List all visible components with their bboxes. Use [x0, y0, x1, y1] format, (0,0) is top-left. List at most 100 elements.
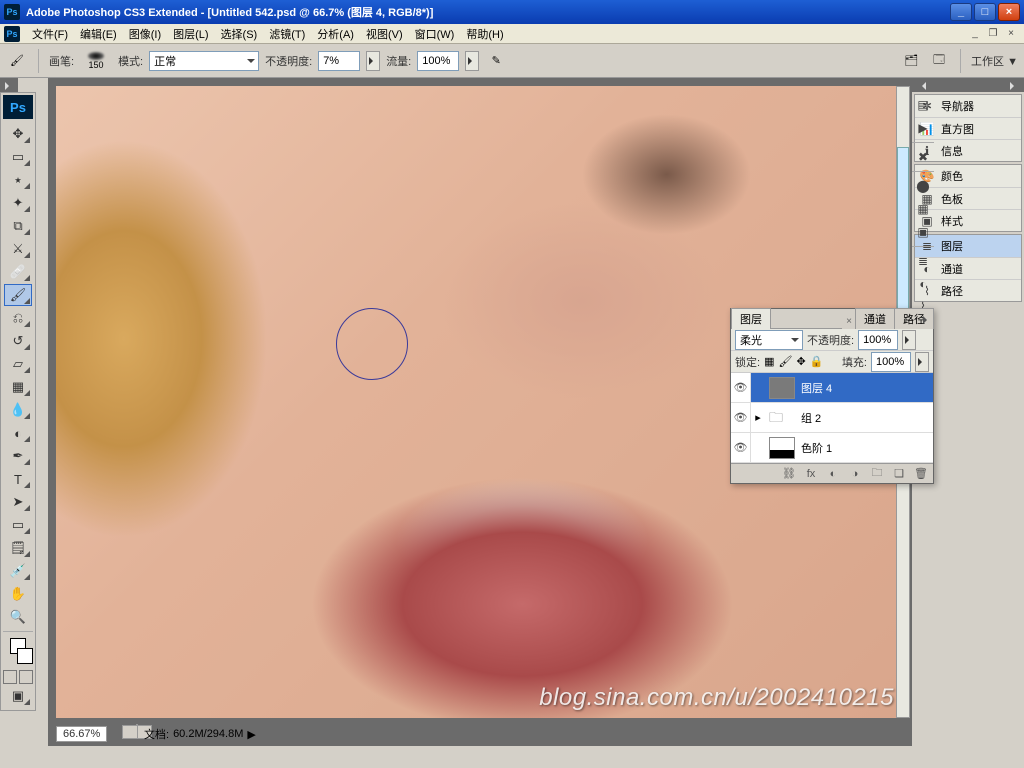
- group-expand-toggle[interactable]: ▸: [751, 411, 765, 424]
- opacity-input[interactable]: 7%: [318, 51, 360, 71]
- panel-menu-button[interactable]: [917, 311, 931, 325]
- pen-tool[interactable]: ✒: [4, 445, 32, 467]
- opacity-flyout-button[interactable]: [366, 51, 380, 71]
- menu-file[interactable]: 文件(F): [26, 24, 74, 44]
- menu-filter[interactable]: 滤镜(T): [263, 24, 311, 44]
- bridge-button[interactable]: 🗔: [928, 50, 950, 72]
- dock-icon-1[interactable]: ▤: [913, 95, 933, 115]
- layer-item-4[interactable]: 👁 图层 4: [731, 373, 933, 403]
- mode-label: 模式:: [118, 53, 143, 69]
- lock-pixels-button[interactable]: 🖌: [778, 355, 792, 368]
- layer-opacity-flyout[interactable]: [902, 330, 916, 350]
- toolbox-collapse-handle[interactable]: [0, 78, 18, 92]
- visibility-toggle[interactable]: 👁: [731, 403, 751, 432]
- layer-thumbnail[interactable]: [769, 377, 795, 399]
- layer-list: 👁 图层 4 👁 ▸ 🗀 组 2 👁 色阶 1: [731, 373, 933, 463]
- type-tool[interactable]: T: [4, 468, 32, 490]
- background-swatch[interactable]: [17, 648, 33, 664]
- flow-flyout-button[interactable]: [465, 51, 479, 71]
- fill-input[interactable]: 100%: [871, 352, 911, 372]
- fill-label: 填充:: [842, 354, 867, 370]
- brush-preset-picker[interactable]: 150: [80, 47, 112, 75]
- dock-header[interactable]: [912, 78, 1024, 92]
- marquee-tool[interactable]: ▭: [4, 146, 32, 168]
- history-brush-tool[interactable]: ↺: [4, 330, 32, 352]
- layer-style-button[interactable]: fx: [803, 467, 819, 481]
- blur-tool[interactable]: 💧: [4, 399, 32, 421]
- blend-mode-select[interactable]: 正常: [149, 51, 259, 71]
- dock-icon-4[interactable]: ⬤: [913, 176, 933, 196]
- dock-icon-7[interactable]: ≣: [913, 251, 933, 271]
- move-tool[interactable]: ✥: [4, 123, 32, 145]
- file-browser-button[interactable]: 🗂: [900, 50, 922, 72]
- brush-tool-icon[interactable]: 🖌: [6, 50, 28, 72]
- lock-transparency-button[interactable]: ▦: [764, 355, 774, 368]
- close-button[interactable]: ×: [998, 3, 1020, 21]
- layer-item-levels1[interactable]: 👁 色阶 1: [731, 433, 933, 463]
- window-titlebar: Ps Adobe Photoshop CS3 Extended - [Untit…: [0, 0, 1024, 24]
- color-swatches[interactable]: [3, 638, 33, 666]
- flow-input[interactable]: 100%: [417, 51, 459, 71]
- dock-icon-3[interactable]: ✖: [913, 147, 933, 167]
- eraser-tool[interactable]: ▱: [4, 353, 32, 375]
- layer-opacity-input[interactable]: 100%: [858, 330, 898, 350]
- delete-layer-button[interactable]: 🗑: [913, 467, 929, 481]
- tab-channels[interactable]: 通道: [855, 308, 895, 329]
- layer-blend-select[interactable]: 柔光: [735, 330, 803, 350]
- menu-window[interactable]: 窗口(W): [409, 24, 461, 44]
- menu-layer[interactable]: 图层(L): [167, 24, 214, 44]
- quick-select-tool[interactable]: ✦: [4, 192, 32, 214]
- menu-help[interactable]: 帮助(H): [460, 24, 509, 44]
- gradient-tool[interactable]: ▦: [4, 376, 32, 398]
- menu-select[interactable]: 选择(S): [215, 24, 264, 44]
- dock-icon-5[interactable]: ▦: [913, 199, 933, 219]
- slice-tool[interactable]: ⚔: [4, 238, 32, 260]
- menu-analysis[interactable]: 分析(A): [311, 24, 360, 44]
- visibility-toggle[interactable]: 👁: [731, 433, 751, 462]
- doc-info-flyout[interactable]: ▶: [247, 728, 255, 741]
- airbrush-toggle[interactable]: ✎: [485, 50, 507, 72]
- zoom-input[interactable]: 66.67%: [56, 726, 107, 742]
- mdi-restore-button[interactable]: ❐: [986, 27, 1000, 39]
- lasso-tool[interactable]: ⭑: [4, 169, 32, 191]
- horizontal-scrollbar[interactable]: [136, 724, 138, 738]
- brush-tool[interactable]: 🖌: [4, 284, 32, 306]
- dock-icon-2[interactable]: ▶: [913, 118, 933, 138]
- lock-position-button[interactable]: ✥: [796, 355, 805, 368]
- crop-tool[interactable]: ⧉: [4, 215, 32, 237]
- mdi-close-button[interactable]: ×: [1004, 27, 1018, 39]
- workspace-menu[interactable]: 工作区 ▼: [971, 53, 1018, 69]
- new-layer-button[interactable]: ❏: [891, 467, 907, 481]
- link-layers-button[interactable]: ⛓: [781, 467, 797, 481]
- path-select-tool[interactable]: ➤: [4, 491, 32, 513]
- menu-image[interactable]: 图像(I): [123, 24, 167, 44]
- layer-item-group2[interactable]: 👁 ▸ 🗀 组 2: [731, 403, 933, 433]
- tab-close-icon[interactable]: ×: [842, 314, 856, 329]
- notes-tool[interactable]: 🗒: [4, 537, 32, 559]
- tab-layers[interactable]: 图层: [731, 308, 771, 329]
- standard-mode-button[interactable]: [3, 670, 17, 684]
- quickmask-mode-button[interactable]: [19, 670, 33, 684]
- dock-icon-8[interactable]: ◐: [913, 274, 933, 294]
- layer-mask-button[interactable]: ◐: [825, 467, 841, 481]
- mdi-minimize-button[interactable]: _: [968, 27, 982, 39]
- hand-tool[interactable]: ✋: [4, 583, 32, 605]
- zoom-tool[interactable]: 🔍: [4, 606, 32, 628]
- adjustment-layer-button[interactable]: ◑: [847, 467, 863, 481]
- minimize-button[interactable]: _: [950, 3, 972, 21]
- adjustment-thumbnail[interactable]: [769, 437, 795, 459]
- clone-stamp-tool[interactable]: ⎌: [4, 307, 32, 329]
- menu-edit[interactable]: 编辑(E): [74, 24, 123, 44]
- menu-view[interactable]: 视图(V): [360, 24, 409, 44]
- lock-all-button[interactable]: 🔒: [810, 355, 824, 368]
- screen-mode-button[interactable]: ▣: [4, 685, 32, 707]
- healing-brush-tool[interactable]: 🩹: [4, 261, 32, 283]
- maximize-button[interactable]: □: [974, 3, 996, 21]
- visibility-toggle[interactable]: 👁: [731, 373, 751, 402]
- new-group-button[interactable]: 🗀: [869, 467, 885, 481]
- dock-icon-6[interactable]: ▣: [913, 222, 933, 242]
- dodge-tool[interactable]: ◐: [4, 422, 32, 444]
- eyedropper-tool[interactable]: 💉: [4, 560, 32, 582]
- shape-tool[interactable]: ▭: [4, 514, 32, 536]
- fill-flyout[interactable]: [915, 352, 929, 372]
